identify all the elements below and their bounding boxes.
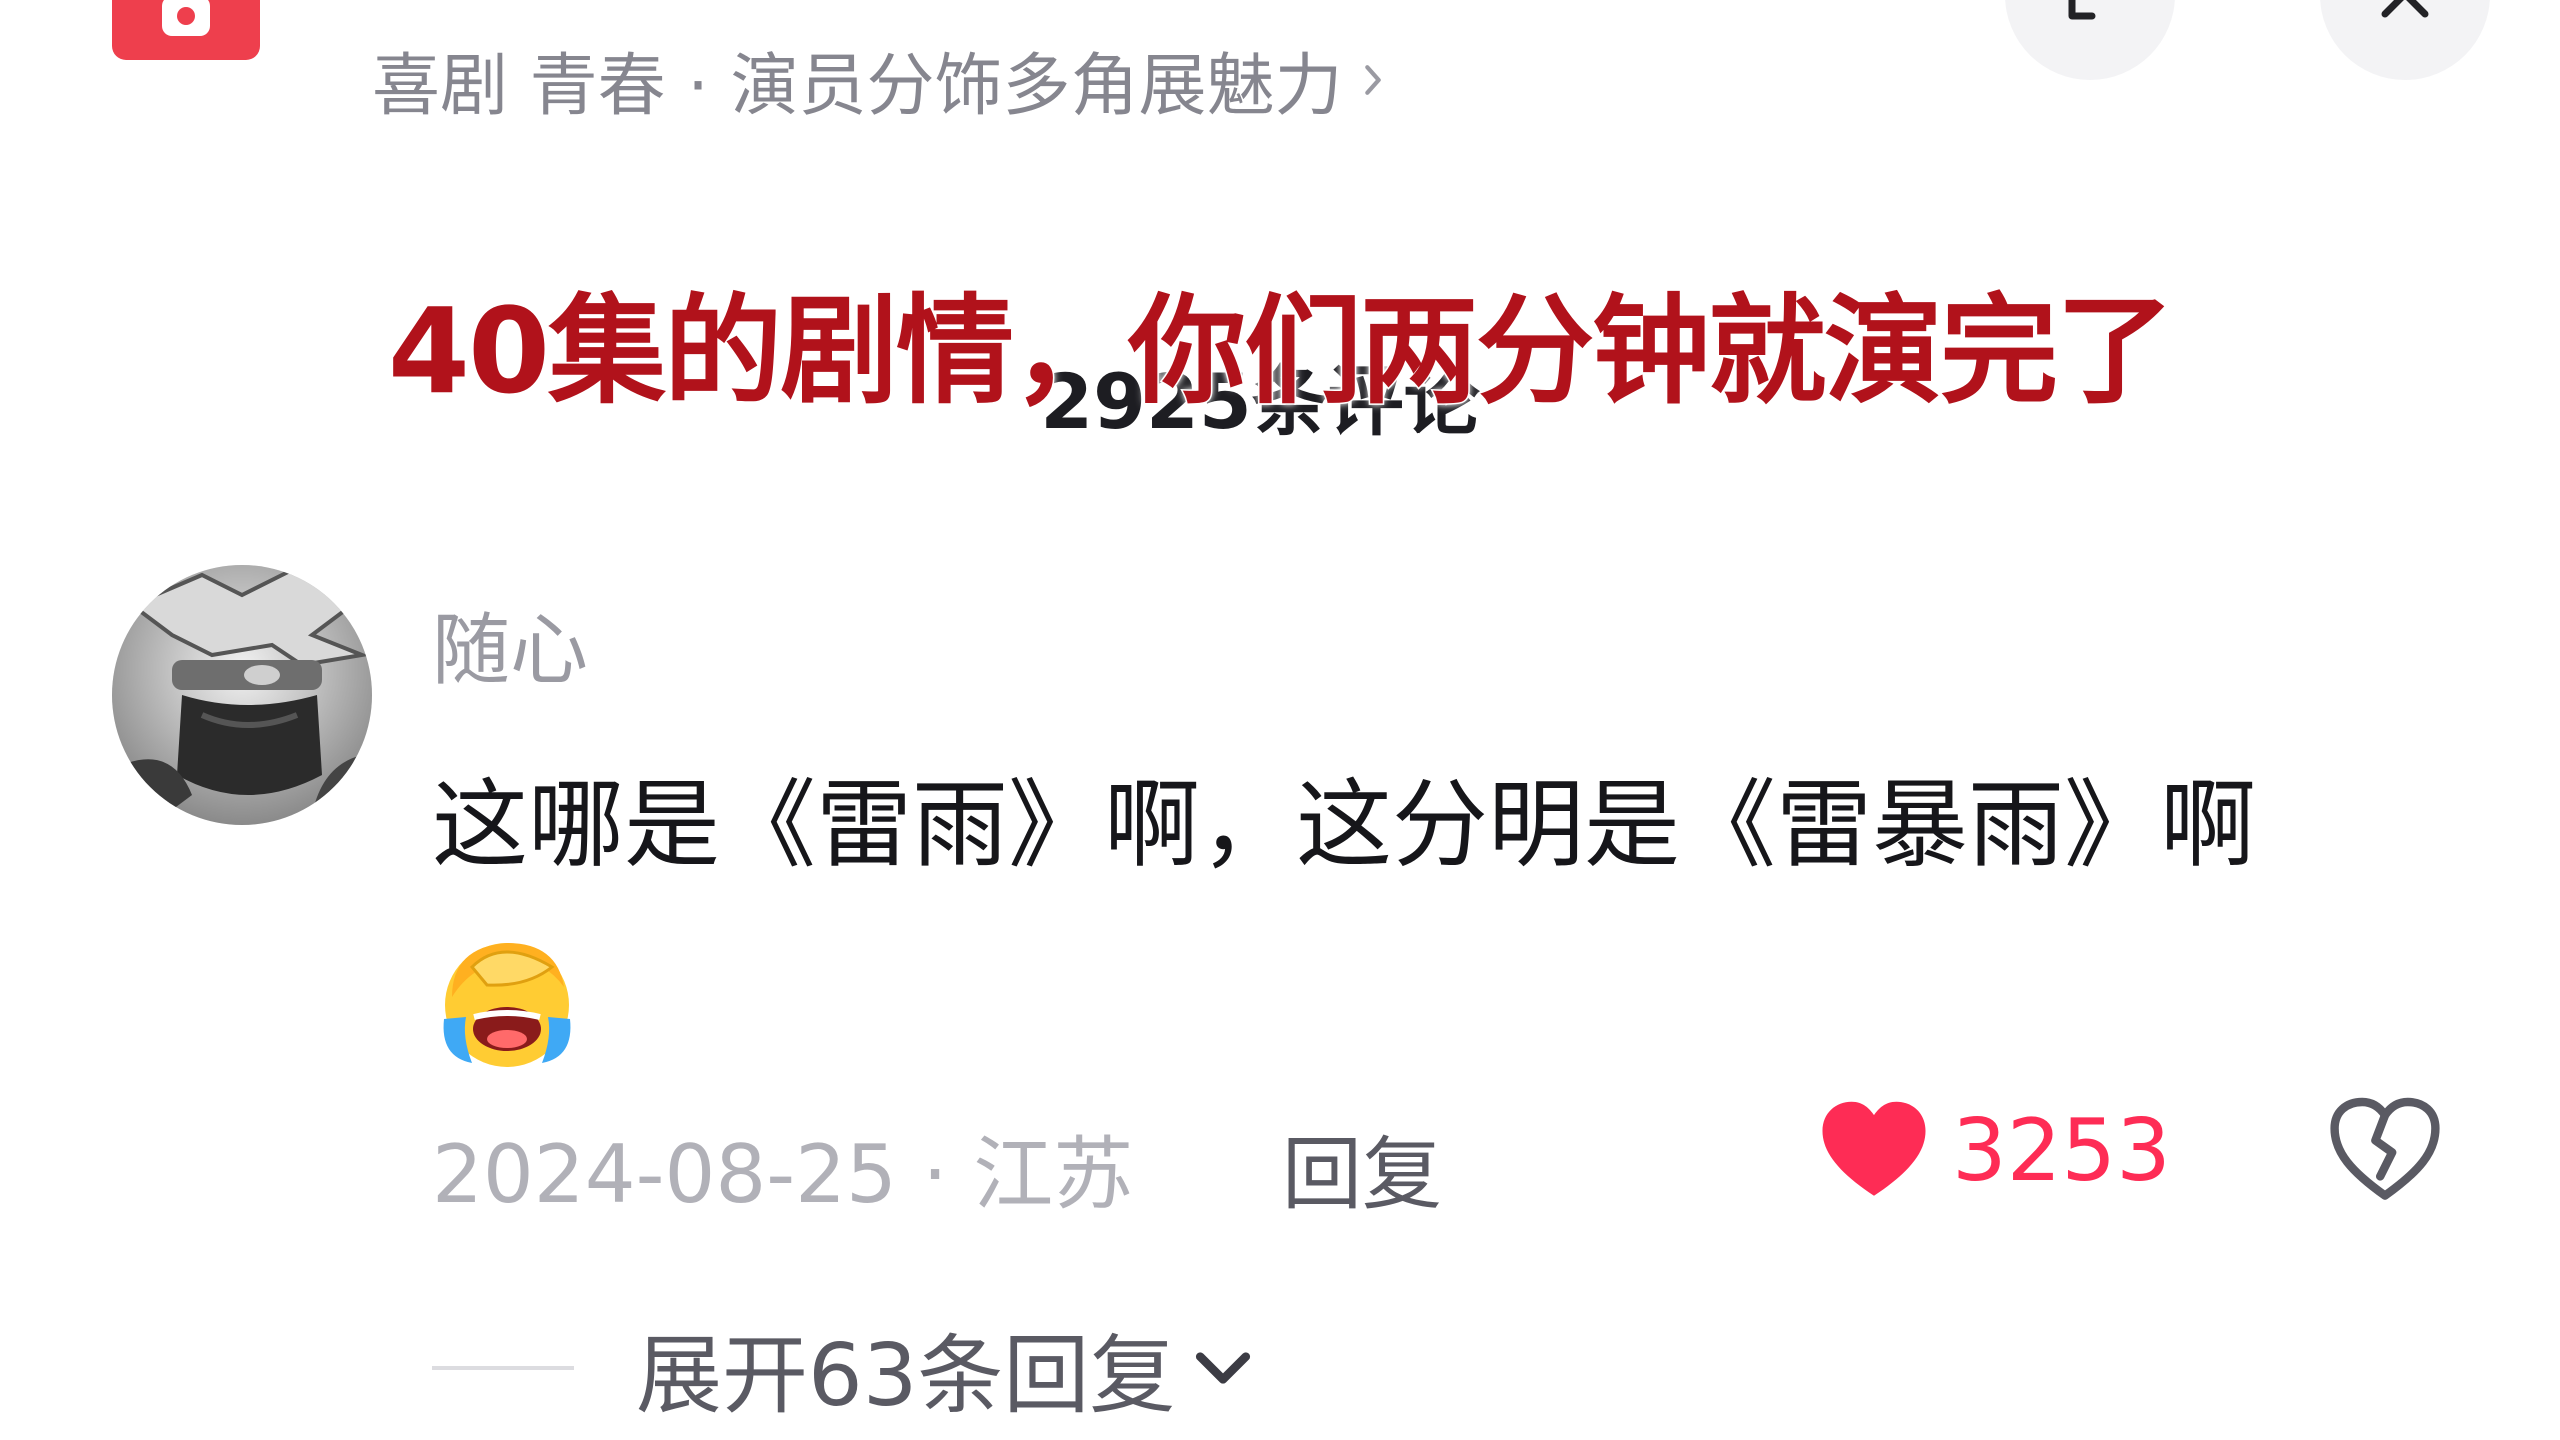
comment-date: 2024-08-25 bbox=[432, 1128, 897, 1221]
comment-body: 这哪是《雷雨》啊，这分明是《雷暴雨》啊 bbox=[432, 735, 2382, 1095]
avatar[interactable] bbox=[112, 565, 372, 825]
expand-button[interactable] bbox=[2005, 0, 2175, 80]
meta-separator: · bbox=[896, 1128, 974, 1221]
close-icon bbox=[2381, 0, 2429, 18]
comment-username[interactable]: 随心 bbox=[432, 588, 588, 700]
video-overlay-caption: 40集的剧情，你们两分钟就演完了 bbox=[386, 281, 2175, 422]
like-button[interactable]: 3253 bbox=[1818, 1095, 2171, 1207]
divider-line bbox=[432, 1365, 574, 1370]
chevron-down-icon bbox=[1196, 1351, 1251, 1384]
chevron-right-icon bbox=[1365, 64, 1382, 95]
comments-panel: 喜剧 青春 · 演员分饰多角展魅力 2925条评论 40集的剧情，你们两分钟就演… bbox=[0, 0, 2560, 1440]
expand-icon bbox=[2068, 0, 2096, 20]
app-logo-glyph bbox=[162, 0, 210, 36]
comment-text: 这哪是《雷雨》啊，这分明是《雷暴雨》啊 bbox=[432, 769, 2256, 881]
comment-location: 江苏 bbox=[973, 1128, 1134, 1221]
video-tags-text: 喜剧 青春 · 演员分饰多角展魅力 bbox=[372, 47, 1343, 126]
video-tags-link[interactable]: 喜剧 青春 · 演员分饰多角展魅力 bbox=[372, 30, 1390, 129]
user-avatar-image bbox=[112, 565, 372, 825]
app-logo-icon[interactable] bbox=[112, 0, 260, 60]
expand-replies-label: 展开63条回复 bbox=[636, 1326, 1176, 1426]
broken-heart-icon bbox=[2330, 1097, 2440, 1200]
expand-replies-button[interactable]: 展开63条回复 bbox=[432, 1305, 1261, 1430]
heart-icon bbox=[1822, 1101, 1926, 1196]
reply-button[interactable]: 回复 bbox=[1282, 1110, 1442, 1226]
emoji-icon bbox=[443, 942, 571, 1067]
close-button[interactable] bbox=[2320, 0, 2490, 80]
comment-meta: 2024-08-25 · 江苏 bbox=[432, 1110, 1133, 1226]
face-palm-laugh-cry-emoji bbox=[432, 927, 582, 1077]
like-count: 3253 bbox=[1952, 1101, 2171, 1201]
dislike-button[interactable] bbox=[2325, 1090, 2445, 1210]
